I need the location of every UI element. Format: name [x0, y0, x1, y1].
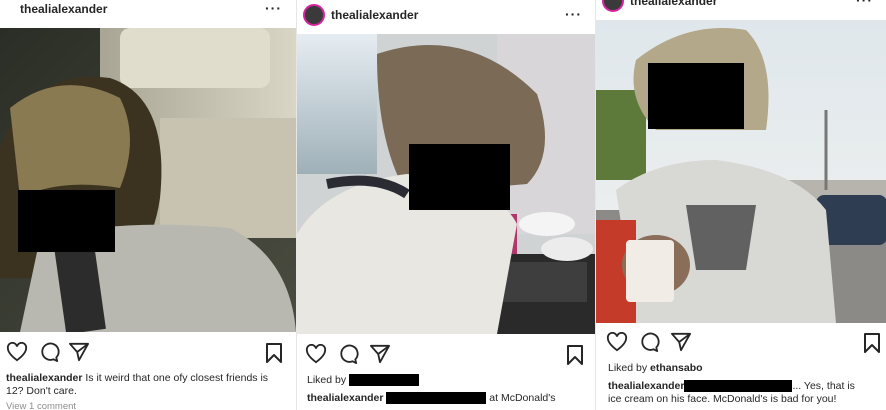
post-caption: thealialexander at McDonald's	[307, 392, 588, 405]
photo-car-interior	[0, 28, 296, 332]
post-username[interactable]: thealialexander	[630, 0, 717, 8]
caption-username[interactable]: thealialexander	[307, 392, 383, 404]
redaction-caption	[386, 392, 487, 405]
photo-parking-lot	[596, 20, 886, 323]
post-username[interactable]: thealialexander	[20, 2, 107, 16]
comment-icon[interactable]	[337, 344, 359, 364]
heart-icon[interactable]	[606, 332, 628, 352]
share-icon[interactable]	[670, 332, 692, 352]
post-username[interactable]: thealialexander	[331, 8, 418, 22]
redaction-caption	[684, 380, 793, 393]
post-header: thealialexander ···	[0, 0, 296, 24]
caption-text-1: ... Yes, that is	[792, 380, 855, 392]
caption-text-2: ice cream on his face. McDonald's is bad…	[608, 393, 837, 405]
post-caption: thealialexander ... Yes, that is ice crea…	[608, 380, 879, 406]
post-2: thealialexander ··· Liked by thealialexa…	[296, 0, 596, 410]
more-icon[interactable]: ···	[265, 0, 282, 16]
more-icon[interactable]: ···	[856, 0, 873, 8]
caption-username[interactable]: thealialexander	[608, 380, 684, 392]
avatar[interactable]	[602, 0, 624, 12]
liked-by-user[interactable]: ethansabo	[650, 362, 703, 374]
post-photo[interactable]	[297, 34, 596, 334]
bookmark-icon[interactable]	[862, 332, 882, 354]
comment-icon[interactable]	[38, 342, 60, 362]
post-caption: thealialexander Is it weird that one ofy…	[6, 372, 288, 398]
bookmark-icon[interactable]	[565, 344, 585, 366]
redaction-face	[409, 144, 510, 210]
post-header: thealialexander ···	[297, 0, 596, 30]
caption-username[interactable]: thealialexander	[6, 372, 82, 384]
post-actions	[0, 342, 296, 366]
liked-by: Liked by ethansabo	[608, 362, 879, 375]
post-actions	[596, 332, 886, 356]
post-header: thealialexander ···	[596, 0, 886, 16]
liked-by-label: Liked by	[307, 374, 347, 386]
view-comments-link[interactable]: View 1 comment	[6, 400, 288, 410]
bookmark-icon[interactable]	[264, 342, 284, 364]
redaction-face	[18, 190, 115, 252]
redaction-username	[349, 374, 420, 387]
post-1: thealialexander ··· thealialexander Is i…	[0, 0, 296, 410]
liked-by: Liked by	[307, 374, 588, 387]
heart-icon[interactable]	[6, 342, 28, 362]
redaction-face	[648, 63, 744, 129]
liked-by-label: Liked by	[608, 362, 648, 374]
post-actions	[297, 344, 596, 368]
share-icon[interactable]	[369, 344, 391, 364]
post-photo[interactable]	[0, 28, 296, 332]
photo-mcdonalds-counter	[297, 34, 596, 334]
post-3: thealialexander ··· Liked by ethansabo t…	[595, 0, 886, 410]
more-icon[interactable]: ···	[565, 6, 582, 22]
post-photo[interactable]	[596, 20, 886, 323]
share-icon[interactable]	[68, 342, 90, 362]
caption-text: at McDonald's	[489, 392, 556, 404]
avatar[interactable]	[303, 4, 325, 26]
heart-icon[interactable]	[305, 344, 327, 364]
comment-icon[interactable]	[638, 332, 660, 352]
